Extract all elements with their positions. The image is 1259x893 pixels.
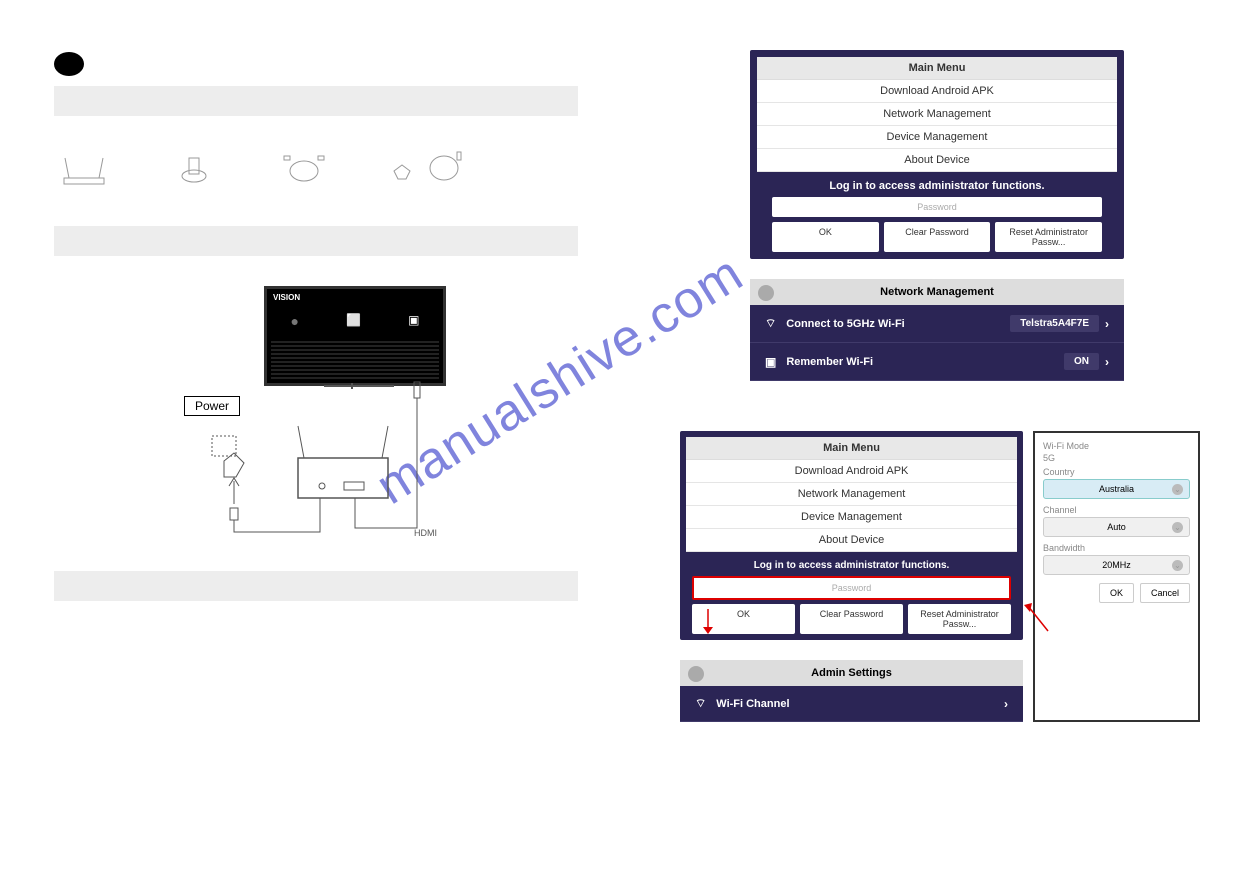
clear-password-button-2[interactable]: Clear Password xyxy=(800,604,903,634)
login-message: Log in to access administrator functions… xyxy=(757,172,1117,197)
password-input-highlighted[interactable]: Password xyxy=(692,576,1011,600)
chevron-right-icon: › xyxy=(1105,317,1109,331)
menu-item-network-2[interactable]: Network Management xyxy=(686,483,1017,506)
reset-password-button[interactable]: Reset Administrator Passw... xyxy=(995,222,1102,252)
wifi-icon: ⌔ xyxy=(765,316,776,331)
network-header: Network Management xyxy=(750,279,1124,305)
wifi-channel-row[interactable]: ⌔ Wi-Fi Channel › xyxy=(680,686,1023,722)
menu-item-about[interactable]: About Device xyxy=(757,149,1117,172)
menu-item-apk[interactable]: Download Android APK xyxy=(757,80,1117,103)
ok-button[interactable]: OK xyxy=(772,222,879,252)
chevron-right-icon-3: › xyxy=(1004,697,1008,711)
menu-item-device[interactable]: Device Management xyxy=(757,126,1117,149)
right-column: Main Menu Download Android APK Network M… xyxy=(680,50,1200,722)
admin-settings-panel: Admin Settings ⌔ Wi-Fi Channel › xyxy=(680,660,1023,722)
main-menu-list: Main Menu Download Android APK Network M… xyxy=(757,57,1117,172)
adapter-item-icon xyxy=(169,146,219,186)
country-value: Australia xyxy=(1099,484,1134,494)
setup-diagram: VISION ● ⬜ ▣ xyxy=(194,286,484,546)
wifi-settings-popup: Wi-Fi Mode 5G Country Australia ⌄ Channe… xyxy=(1033,431,1200,722)
red-arrow-down-icon xyxy=(698,609,728,639)
channel-select[interactable]: Auto ⌄ xyxy=(1043,517,1190,537)
network-header-label: Network Management xyxy=(880,286,994,298)
dropdown-icon-1: ⌄ xyxy=(1172,484,1183,495)
connect-wifi-row[interactable]: ⌔ Connect to 5GHz Wi-Fi Telstra5A4F7E › xyxy=(750,305,1124,343)
login-button-row-2: OK Clear Password Reset Administrator Pa… xyxy=(692,604,1011,634)
router-item-icon xyxy=(59,146,109,186)
popup-button-row: OK Cancel xyxy=(1043,583,1190,603)
channel-label: Channel xyxy=(1043,505,1190,515)
bandwidth-value: 20MHz xyxy=(1102,560,1131,570)
wifi-mode-value: 5G xyxy=(1043,453,1190,463)
bottom-cluster: Main Menu Download Android APK Network M… xyxy=(680,431,1200,722)
left-column: VISION ● ⬜ ▣ xyxy=(54,52,578,609)
page-root: manualshive.com VISION ● ⬜ ▣ xyxy=(0,0,1259,893)
chevron-right-icon-2: › xyxy=(1105,355,1109,369)
main-menu-header: Main Menu xyxy=(757,57,1117,80)
main-menu-header-2: Main Menu xyxy=(686,437,1017,460)
section-heading-3 xyxy=(54,571,578,601)
section-heading-1 xyxy=(54,86,578,116)
remember-wifi-value: ON xyxy=(1064,353,1099,370)
dropdown-icon-3: ⌄ xyxy=(1172,560,1183,571)
remember-wifi-label: Remember Wi-Fi xyxy=(786,356,1064,368)
back-icon[interactable] xyxy=(758,285,774,301)
menu-item-network[interactable]: Network Management xyxy=(757,103,1117,126)
diagram-wires: HDMI xyxy=(194,286,484,546)
package-items-row xyxy=(59,146,578,186)
login-message-2: Log in to access administrator functions… xyxy=(686,552,1017,576)
remember-icon: ▣ xyxy=(765,355,776,369)
bottom-left-column: Main Menu Download Android APK Network M… xyxy=(680,431,1023,722)
power-kit-icon xyxy=(389,146,469,186)
reset-password-button-2[interactable]: Reset Administrator Passw... xyxy=(908,604,1011,634)
main-menu-list-2: Main Menu Download Android APK Network M… xyxy=(686,437,1017,552)
wifi-mode-label: Wi-Fi Mode xyxy=(1043,441,1190,451)
step-badge xyxy=(54,52,84,76)
menu-item-apk-2[interactable]: Download Android APK xyxy=(686,460,1017,483)
country-select[interactable]: Australia ⌄ xyxy=(1043,479,1190,499)
bandwidth-label: Bandwidth xyxy=(1043,543,1190,553)
bandwidth-select[interactable]: 20MHz ⌄ xyxy=(1043,555,1190,575)
hdmi-cable-icon xyxy=(279,146,329,186)
connect-wifi-value: Telstra5A4F7E xyxy=(1010,315,1099,332)
password-input[interactable]: Password xyxy=(772,197,1102,217)
popup-ok-button[interactable]: OK xyxy=(1099,583,1134,603)
country-label: Country xyxy=(1043,467,1190,477)
main-menu-panel-2: Main Menu Download Android APK Network M… xyxy=(680,431,1023,640)
clear-password-button[interactable]: Clear Password xyxy=(884,222,991,252)
wifi-icon-2: ⌔ xyxy=(695,696,706,711)
wifi-channel-label: Wi-Fi Channel xyxy=(716,698,998,710)
menu-item-about-2[interactable]: About Device xyxy=(686,529,1017,552)
login-button-row: OK Clear Password Reset Administrator Pa… xyxy=(772,222,1102,252)
back-icon-2[interactable] xyxy=(688,666,704,682)
admin-header: Admin Settings xyxy=(680,660,1023,686)
channel-value: Auto xyxy=(1107,522,1126,532)
menu-item-device-2[interactable]: Device Management xyxy=(686,506,1017,529)
remember-wifi-row[interactable]: ▣ Remember Wi-Fi ON › xyxy=(750,343,1124,381)
power-callout-label: Power xyxy=(184,396,240,416)
main-menu-panel: Main Menu Download Android APK Network M… xyxy=(750,50,1124,259)
section-heading-2 xyxy=(54,226,578,256)
admin-header-label: Admin Settings xyxy=(811,667,892,679)
network-management-panel: Network Management ⌔ Connect to 5GHz Wi-… xyxy=(750,279,1124,381)
connect-wifi-label: Connect to 5GHz Wi-Fi xyxy=(786,318,1010,330)
dropdown-icon-2: ⌄ xyxy=(1172,522,1183,533)
svg-text:HDMI: HDMI xyxy=(414,528,437,538)
popup-cancel-button[interactable]: Cancel xyxy=(1140,583,1190,603)
